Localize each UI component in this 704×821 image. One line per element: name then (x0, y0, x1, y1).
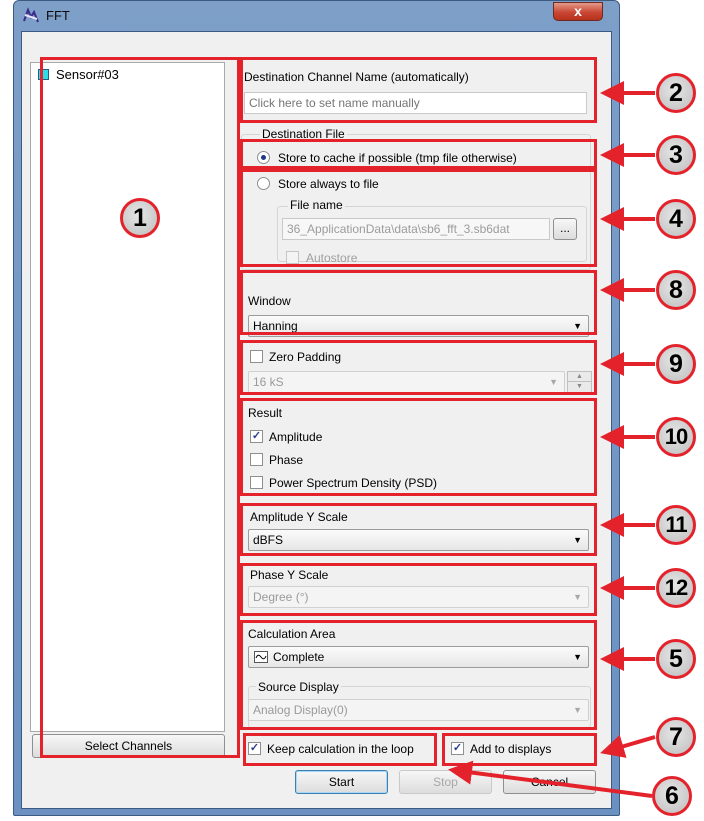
callout-12: 12 (656, 568, 696, 608)
callout-10: 10 (656, 417, 696, 457)
callout-1: 1 (120, 198, 160, 238)
annotation-arrows (448, 81, 656, 798)
callout-8: 8 (656, 270, 696, 310)
callout-5: 5 (656, 639, 696, 679)
callout-6: 6 (652, 776, 692, 816)
callout-9: 9 (656, 344, 696, 384)
callout-2: 2 (656, 73, 696, 113)
arrow-6 (448, 760, 653, 798)
callout-4: 4 (656, 199, 696, 239)
callout-11: 11 (656, 505, 696, 545)
callout-7: 7 (656, 717, 696, 757)
callout-3: 3 (656, 135, 696, 175)
arrow-7 (600, 734, 656, 758)
